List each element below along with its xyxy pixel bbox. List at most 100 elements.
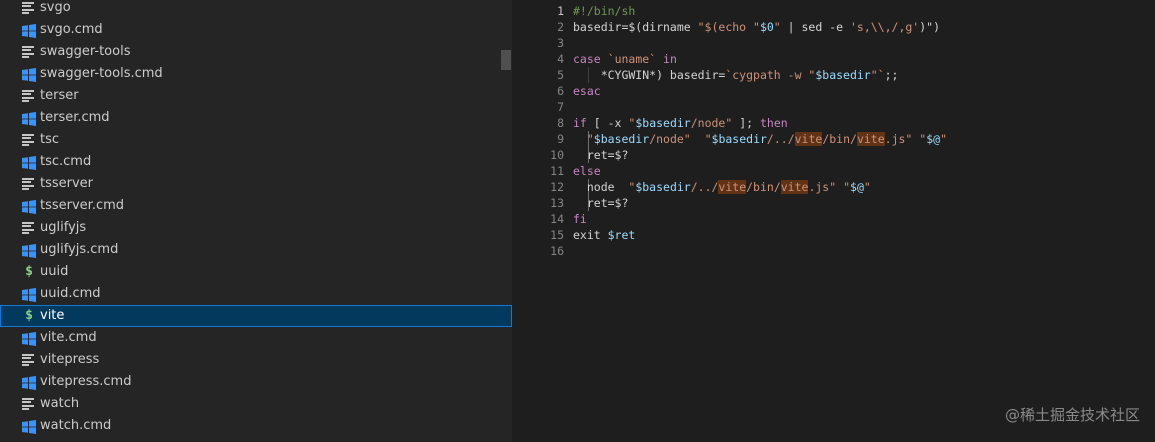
code-text: "$basedir/node" "$basedir/../vite/bin/vi… bbox=[573, 131, 947, 147]
code-token: ]; bbox=[732, 116, 760, 130]
line-number: 4 bbox=[557, 52, 564, 66]
code-token: $basedir bbox=[593, 132, 650, 146]
file-item-svgo-cmd[interactable]: svgo.cmd bbox=[0, 19, 512, 41]
file-item-svgo[interactable]: svgo bbox=[0, 0, 512, 19]
code-token: ret=$? bbox=[573, 196, 629, 210]
code-token: /../ bbox=[690, 180, 719, 194]
windows-icon bbox=[22, 23, 36, 38]
code-token: "$(echo " bbox=[697, 20, 760, 34]
file-item-vitepress[interactable]: vitepress bbox=[0, 349, 512, 371]
file-item-watch-cmd[interactable]: watch.cmd bbox=[0, 415, 512, 437]
code-line[interactable]: 3 bbox=[512, 35, 1155, 51]
file-explorer: svgo svgo.cmd swagger-tools swagger-tools.c… bbox=[0, 0, 512, 442]
code-token: " bbox=[586, 132, 594, 146]
file-item-tsserver-cmd[interactable]: tsserver.cmd bbox=[0, 195, 512, 217]
file-item-label: vitepress.cmd bbox=[40, 374, 132, 389]
code-token: " bbox=[940, 132, 948, 146]
file-item-swagger-tools-cmd[interactable]: swagger-tools.cmd bbox=[0, 63, 512, 85]
file-item-tsc-cmd[interactable]: tsc.cmd bbox=[0, 151, 512, 173]
line-number: 12 bbox=[550, 180, 564, 194]
file-item-uuid[interactable]: $ uuid bbox=[0, 261, 512, 283]
file-item-label: watch bbox=[40, 396, 80, 411]
code-line[interactable]: 15 exit $ret bbox=[512, 227, 1155, 243]
code-token: basedir=$(dirname bbox=[573, 20, 698, 34]
file-lines-icon bbox=[22, 133, 36, 147]
file-lines-icon bbox=[22, 397, 36, 411]
code-line[interactable]: 16 bbox=[512, 243, 1155, 259]
file-item-tsc[interactable]: tsc bbox=[0, 129, 512, 151]
file-item-label: svgo.cmd bbox=[40, 22, 103, 37]
code-token: #!/bin/sh bbox=[573, 4, 636, 18]
code-line[interactable]: 14 fi bbox=[512, 211, 1155, 227]
line-number: 15 bbox=[550, 228, 564, 242]
windows-icon bbox=[22, 419, 36, 434]
file-item-watch[interactable]: watch bbox=[0, 393, 512, 415]
watermark: @稀土掘金技术社区 bbox=[1004, 406, 1140, 424]
code-token: vite bbox=[718, 180, 747, 194]
line-number: 1 bbox=[557, 4, 564, 18]
file-item-terser[interactable]: terser bbox=[0, 85, 512, 107]
code-token: else bbox=[573, 164, 601, 178]
file-item-label: uglifyjs.cmd bbox=[40, 242, 119, 257]
code-editor[interactable]: 1 #!/bin/sh 2 basedir=$(dirname "$(echo "$0… bbox=[512, 0, 1155, 442]
code-line[interactable]: 11 else bbox=[512, 163, 1155, 179]
code-line[interactable]: 10 ret=$? bbox=[512, 147, 1155, 163]
code-line[interactable]: 8 if [ -x "$basedir/node" ]; then bbox=[512, 115, 1155, 131]
code-token: $basedir bbox=[815, 68, 871, 82]
code-line[interactable]: 2 basedir=$(dirname "$(echo "$0" | sed -e… bbox=[512, 19, 1155, 35]
code-token: case bbox=[573, 52, 601, 66]
windows-icon bbox=[22, 199, 36, 214]
code-token: " bbox=[773, 20, 781, 34]
line-number: 10 bbox=[550, 148, 564, 162]
code-text: esac bbox=[573, 83, 601, 99]
code-token: vite bbox=[794, 132, 823, 146]
shell-dollar-icon: $ bbox=[25, 308, 33, 323]
code-line[interactable]: 6 esac bbox=[512, 83, 1155, 99]
file-item-uglifyjs[interactable]: uglifyjs bbox=[0, 217, 512, 239]
code-token: " bbox=[843, 180, 851, 194]
code-token: /node" bbox=[690, 116, 733, 130]
code-line[interactable]: 9 "$basedir/node" "$basedir/../vite/bin/… bbox=[512, 131, 1155, 147]
windows-icon bbox=[22, 331, 36, 346]
file-item-vitepress-cmd[interactable]: vitepress.cmd bbox=[0, 371, 512, 393]
line-number: 14 bbox=[550, 212, 564, 226]
file-lines-icon bbox=[22, 1, 36, 15]
code-text: node "$basedir/../vite/bin/vite.js" "$@" bbox=[573, 179, 871, 195]
code-line[interactable]: 13 ret=$? bbox=[512, 195, 1155, 211]
file-item-uuid-cmd[interactable]: uuid.cmd bbox=[0, 283, 512, 305]
file-lines-icon bbox=[22, 353, 36, 367]
file-item-label: uglifyjs bbox=[40, 220, 87, 235]
code-token: [ -x bbox=[586, 116, 629, 130]
code-token: `uname` bbox=[607, 52, 657, 66]
code-token: )") bbox=[919, 20, 941, 34]
code-line[interactable]: 5 *CYGWIN*) basedir=`cygpath -w "$basedi… bbox=[512, 67, 1155, 83]
code-line[interactable]: 1 #!/bin/sh bbox=[512, 3, 1155, 19]
code-text: else bbox=[573, 163, 601, 179]
file-item-label: swagger-tools.cmd bbox=[40, 66, 163, 81]
explorer-scrollbar-thumb[interactable] bbox=[501, 50, 511, 70]
file-item-swagger-tools[interactable]: swagger-tools bbox=[0, 41, 512, 63]
code-line[interactable]: 12 node "$basedir/../vite/bin/vite.js" "… bbox=[512, 179, 1155, 195]
windows-icon bbox=[22, 287, 36, 302]
code-token: `cygpath -w " bbox=[725, 68, 816, 82]
line-number: 5 bbox=[557, 68, 564, 82]
code-text: case `uname` in bbox=[573, 51, 677, 67]
code-token: $@ bbox=[850, 180, 864, 194]
code-line[interactable]: 4 case `uname` in bbox=[512, 51, 1155, 67]
file-item-uglifyjs-cmd[interactable]: uglifyjs.cmd bbox=[0, 239, 512, 261]
code-token: fi bbox=[573, 212, 587, 226]
file-item-vite-cmd[interactable]: vite.cmd bbox=[0, 327, 512, 349]
file-item-label: uuid.cmd bbox=[40, 286, 101, 301]
file-item-terser-cmd[interactable]: terser.cmd bbox=[0, 107, 512, 129]
code-token: " bbox=[704, 132, 712, 146]
file-item-label: tsc bbox=[40, 132, 60, 147]
line-number: 9 bbox=[557, 132, 564, 146]
file-item-vite[interactable]: $ vite bbox=[0, 305, 512, 327]
file-item-tsserver[interactable]: tsserver bbox=[0, 173, 512, 195]
line-number: 11 bbox=[550, 164, 564, 178]
code-line[interactable]: 7 bbox=[512, 99, 1155, 115]
code-token: .js" bbox=[808, 180, 837, 194]
code-text: if [ -x "$basedir/node" ]; then bbox=[573, 115, 788, 131]
